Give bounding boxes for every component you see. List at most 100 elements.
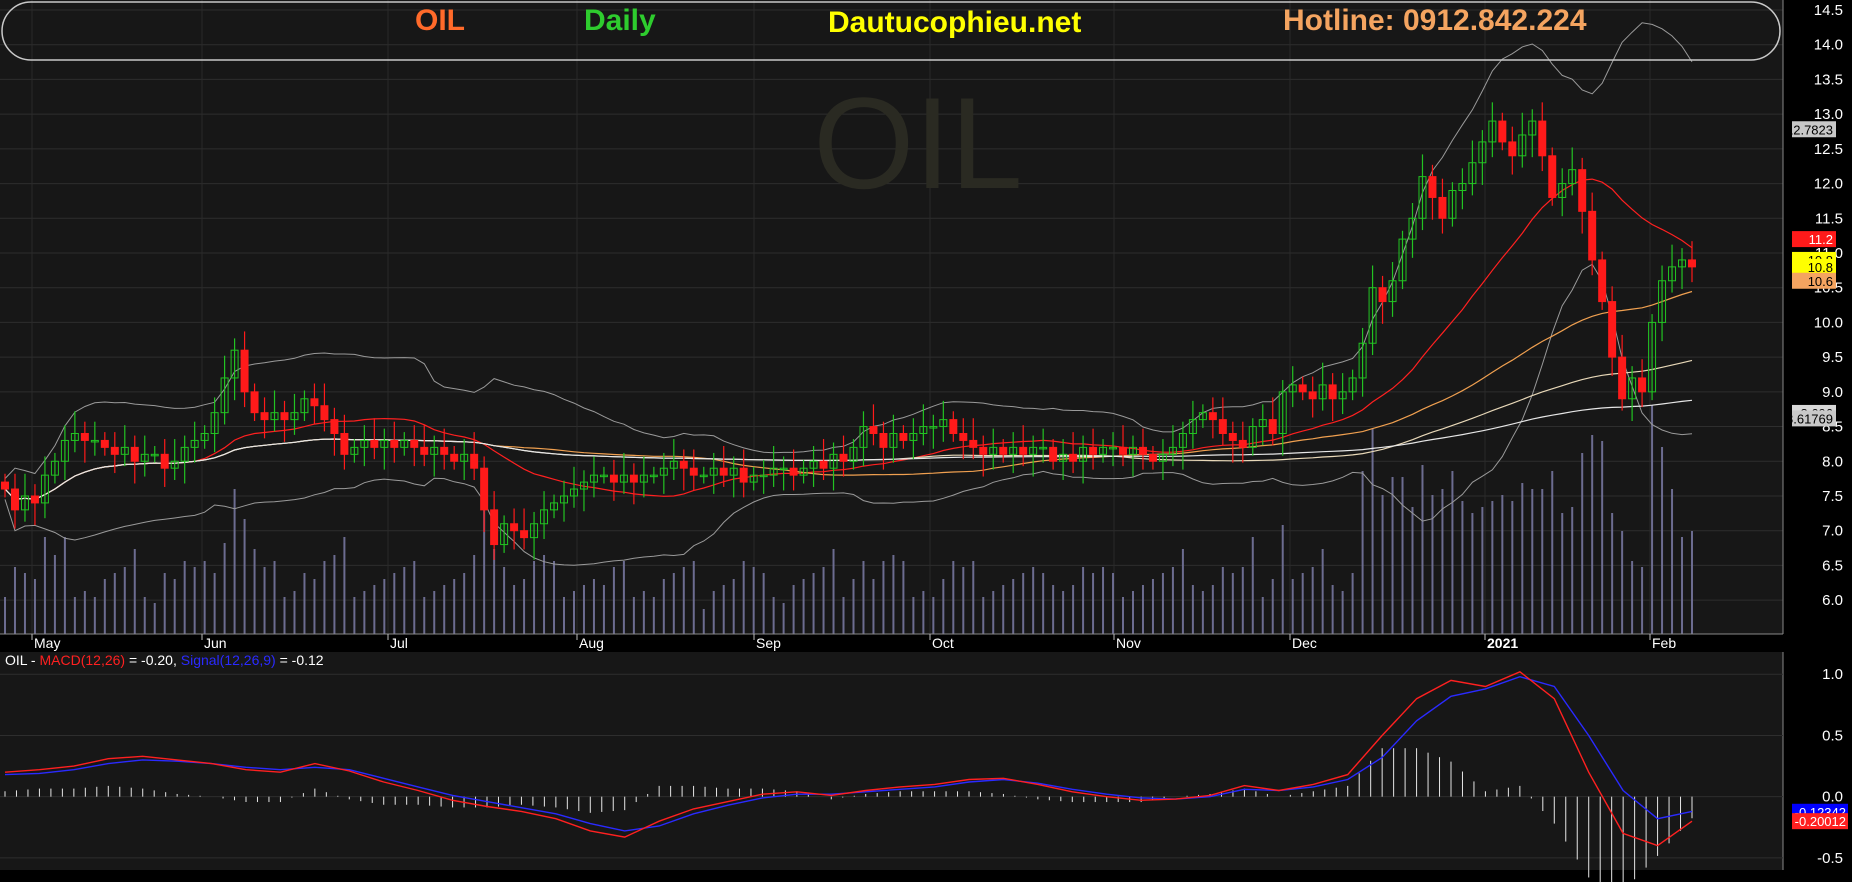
date-label: Nov: [1116, 635, 1141, 651]
candle-body: [689, 467, 698, 476]
candle-body: [1089, 446, 1098, 455]
candle-body: [1428, 176, 1437, 198]
price-tick-label: 7.5: [1822, 488, 1843, 505]
macd-value-markers: -0.12342-0.20012: [1792, 803, 1848, 830]
price-tick-label: 6.0: [1822, 592, 1843, 609]
stock-chart: OIL OIL Daily Dautucophieu.net Hotline: …: [0, 0, 1852, 882]
candle-body: [1548, 155, 1557, 198]
macd-marker-label: -0.20012: [1795, 814, 1846, 829]
price-tick-label: 13.0: [1814, 106, 1843, 123]
date-label: Jun: [204, 635, 227, 651]
macd-tick-label: 0.5: [1822, 727, 1843, 744]
symbol-label: OIL: [415, 4, 465, 37]
candle-body: [410, 439, 419, 448]
date-label: Dec: [1292, 635, 1317, 651]
candle-body: [1218, 419, 1227, 434]
macd-panel: [0, 652, 1783, 870]
candle-body: [1148, 453, 1157, 462]
price-marker-label: 10.6: [1808, 274, 1833, 289]
date-label: Sep: [756, 635, 781, 651]
candle-body: [1438, 196, 1447, 219]
period-label: Daily: [584, 4, 656, 37]
date-label: Aug: [579, 635, 604, 651]
price-marker-label: 10.8: [1808, 260, 1833, 275]
candle-body: [1618, 356, 1627, 400]
macd-tick-label: -0.5: [1817, 850, 1843, 867]
date-label: Oct: [932, 635, 954, 651]
price-tick-label: 12.0: [1814, 176, 1843, 193]
candle-body: [879, 432, 888, 448]
chart-stage: OIL OIL Daily Dautucophieu.net Hotline: …: [0, 0, 1852, 882]
candle-body: [250, 391, 259, 414]
candle-body: [1578, 169, 1587, 212]
macd-tick-label: 1.0: [1822, 666, 1843, 683]
price-marker-label: 11.2: [1809, 232, 1833, 247]
price-marker-label: 8.61769: [1786, 411, 1833, 426]
macd-legend-macd-value: = -0.20,: [125, 652, 181, 668]
price-tick-label: 9.5: [1822, 349, 1843, 366]
candle-body: [719, 467, 728, 476]
candle-body: [839, 453, 848, 462]
candle-body: [1049, 446, 1058, 462]
macd-tick-label: 0.0: [1822, 789, 1843, 806]
candle-body: [1268, 419, 1277, 434]
macd-legend-macd-label: MACD(12,26): [40, 652, 126, 668]
candle-body: [1228, 432, 1237, 441]
candle-body: [80, 432, 89, 441]
macd-legend: OIL - MACD(12,26) = -0.20, Signal(12,26,…: [5, 652, 324, 668]
macd-legend-signal-value: = -0.12: [276, 652, 324, 668]
candle-body: [470, 453, 479, 469]
candle-body: [899, 432, 908, 441]
candle-body: [420, 446, 429, 455]
candle-body: [1208, 412, 1217, 421]
candle-body: [10, 488, 19, 511]
date-label: May: [34, 635, 60, 651]
candle-body: [1598, 259, 1607, 303]
candle-body: [1638, 377, 1647, 393]
candle-body: [1608, 301, 1617, 358]
candle-body: [629, 474, 638, 483]
candle-body: [979, 446, 988, 455]
candle-body: [310, 398, 319, 407]
candle-body: [679, 460, 688, 469]
price-marker-label: 12.7823: [1786, 122, 1833, 137]
price-tick-label: 14.5: [1814, 2, 1843, 19]
candle-body: [510, 523, 519, 532]
watermark-symbol: OIL: [813, 70, 1023, 216]
date-label: 2021: [1487, 635, 1518, 651]
candle-body: [1298, 384, 1307, 393]
candle-body: [240, 349, 249, 393]
candle-body: [969, 439, 978, 448]
candle-body: [1138, 446, 1147, 455]
candle-body: [1538, 120, 1547, 157]
candle-body: [110, 446, 119, 455]
price-tick-label: 6.5: [1822, 557, 1843, 574]
candle-body: [1328, 384, 1337, 400]
price-tick-label: 12.5: [1814, 141, 1843, 158]
candle-body: [260, 412, 269, 421]
candle-body: [959, 432, 968, 441]
candle-body: [390, 439, 399, 448]
candle-body: [1238, 439, 1247, 448]
candle-body: [1019, 446, 1028, 455]
candle-body: [1119, 446, 1128, 455]
candle-body: [1588, 210, 1597, 261]
macd-legend-prefix: OIL -: [5, 652, 40, 668]
candle-body: [320, 405, 329, 421]
candle-body: [1308, 391, 1317, 400]
candle-body: [330, 419, 339, 434]
candle-body: [1, 481, 9, 490]
macd-legend-signal-label: Signal(12,26,9): [181, 652, 276, 668]
candle-body: [1688, 259, 1696, 268]
price-tick-label: 9.0: [1822, 384, 1843, 401]
candle-body: [370, 439, 379, 448]
candle-body: [609, 474, 618, 483]
candle-body: [340, 432, 349, 455]
candle-body: [520, 530, 529, 539]
candle-body: [1498, 120, 1507, 143]
date-label: Feb: [1652, 635, 1676, 651]
candle-body: [160, 453, 169, 469]
candle-body: [130, 446, 139, 462]
candle-body: [450, 453, 459, 462]
price-tick-label: 8.0: [1822, 453, 1843, 470]
